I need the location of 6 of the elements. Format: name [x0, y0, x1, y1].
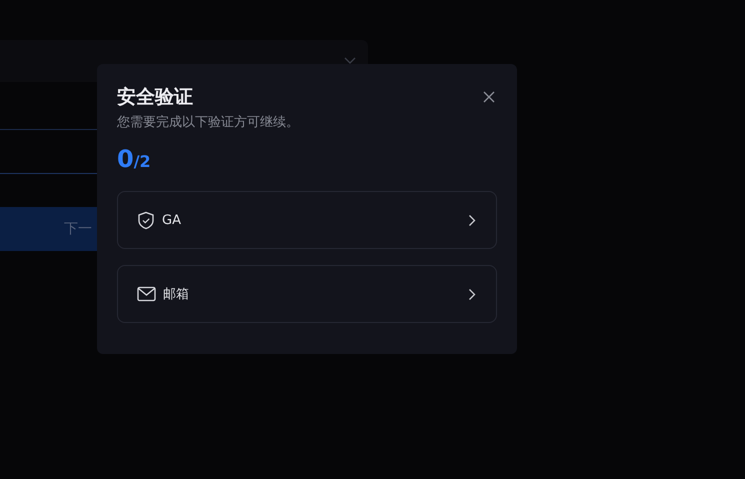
- dialog-subtitle: 您需要完成以下验证方可继续。: [117, 114, 300, 131]
- option-label: 邮箱: [163, 286, 190, 303]
- option-label: GA: [162, 212, 182, 228]
- progress-count: 0: [117, 145, 134, 173]
- progress-total: /2: [134, 152, 151, 171]
- dialog-title: 安全验证: [117, 85, 193, 110]
